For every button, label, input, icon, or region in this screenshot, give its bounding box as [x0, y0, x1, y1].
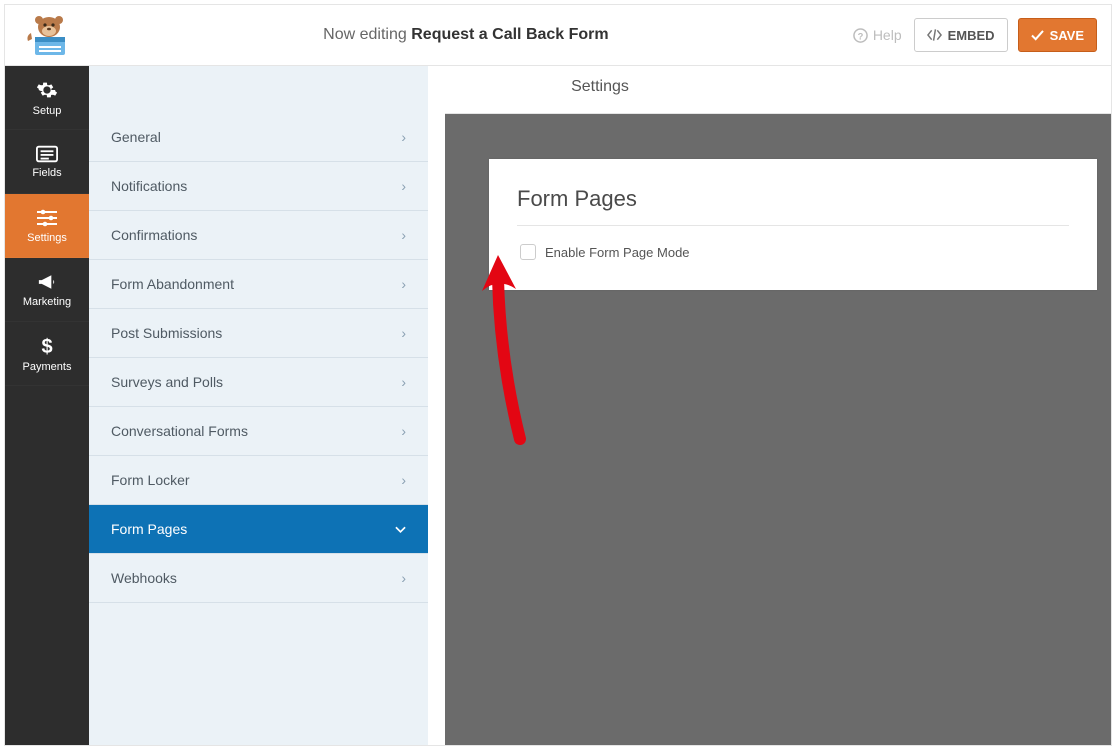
nav-settings-label: Settings: [27, 232, 67, 244]
title-prefix: Now editing: [323, 26, 407, 43]
app-window: Now editing Request a Call Back Form ? H…: [4, 4, 1112, 746]
nav-settings[interactable]: Settings: [5, 194, 89, 258]
settings-item-conversational-forms[interactable]: Conversational Forms›: [89, 407, 428, 456]
settings-item-notifications[interactable]: Notifications›: [89, 162, 428, 211]
settings-sidebar: General› Notifications› Confirmations› F…: [89, 66, 445, 745]
main-area: Form Pages Enable Form Page Mode: [445, 66, 1111, 745]
nav-marketing-label: Marketing: [23, 296, 71, 308]
help-label: Help: [873, 27, 902, 43]
editing-title: Now editing Request a Call Back Form: [79, 26, 853, 44]
primary-nav: Setup Fields Settings Marketing $ Paymen…: [5, 66, 89, 745]
chevron-right-icon: ›: [401, 129, 406, 145]
settings-item-form-locker[interactable]: Form Locker›: [89, 456, 428, 505]
enable-form-page-mode-row: Enable Form Page Mode: [517, 244, 1069, 260]
chevron-right-icon: ›: [401, 374, 406, 390]
nav-payments[interactable]: $ Payments: [5, 322, 89, 386]
gear-icon: [36, 79, 58, 101]
chevron-right-icon: ›: [401, 423, 406, 439]
dollar-icon: $: [40, 335, 54, 357]
body: Setup Fields Settings Marketing $ Paymen…: [5, 66, 1111, 745]
settings-item-general[interactable]: General›: [89, 113, 428, 162]
settings-item-webhooks[interactable]: Webhooks›: [89, 554, 428, 603]
sliders-icon: [35, 208, 59, 228]
check-icon: [1031, 30, 1044, 41]
chevron-right-icon: ›: [401, 227, 406, 243]
chevron-right-icon: ›: [401, 178, 406, 194]
svg-text:?: ?: [857, 31, 863, 41]
list-icon: [36, 145, 58, 163]
nav-setup[interactable]: Setup: [5, 66, 89, 130]
chevron-right-icon: ›: [401, 472, 406, 488]
enable-form-page-mode-checkbox[interactable]: [520, 244, 536, 260]
save-button[interactable]: SAVE: [1018, 18, 1097, 52]
settings-item-confirmations[interactable]: Confirmations›: [89, 211, 428, 260]
settings-item-post-submissions[interactable]: Post Submissions›: [89, 309, 428, 358]
settings-item-form-pages[interactable]: Form Pages: [89, 505, 428, 554]
app-logo: [19, 12, 79, 58]
chevron-right-icon: ›: [401, 276, 406, 292]
panel-title: Form Pages: [517, 186, 1069, 226]
embed-button[interactable]: EMBED: [914, 18, 1008, 52]
settings-list: General› Notifications› Confirmations› F…: [89, 113, 428, 603]
form-pages-panel: Form Pages Enable Form Page Mode: [489, 159, 1097, 290]
chevron-right-icon: ›: [401, 325, 406, 341]
nav-payments-label: Payments: [23, 361, 72, 373]
help-link[interactable]: ? Help: [853, 27, 902, 43]
nav-fields-label: Fields: [32, 167, 61, 179]
svg-text:$: $: [41, 336, 52, 357]
settings-item-form-abandonment[interactable]: Form Abandonment›: [89, 260, 428, 309]
bullhorn-icon: [36, 272, 59, 292]
code-icon: [927, 29, 942, 41]
enable-form-page-mode-label: Enable Form Page Mode: [545, 245, 690, 260]
save-label: SAVE: [1050, 28, 1084, 43]
chevron-down-icon: [395, 521, 406, 537]
chevron-right-icon: ›: [401, 570, 406, 586]
embed-label: EMBED: [948, 28, 995, 43]
top-bar: Now editing Request a Call Back Form ? H…: [5, 5, 1111, 66]
settings-item-surveys-polls[interactable]: Surveys and Polls›: [89, 358, 428, 407]
nav-setup-label: Setup: [33, 105, 62, 117]
nav-fields[interactable]: Fields: [5, 130, 89, 194]
form-name: Request a Call Back Form: [411, 26, 608, 43]
nav-marketing[interactable]: Marketing: [5, 258, 89, 322]
